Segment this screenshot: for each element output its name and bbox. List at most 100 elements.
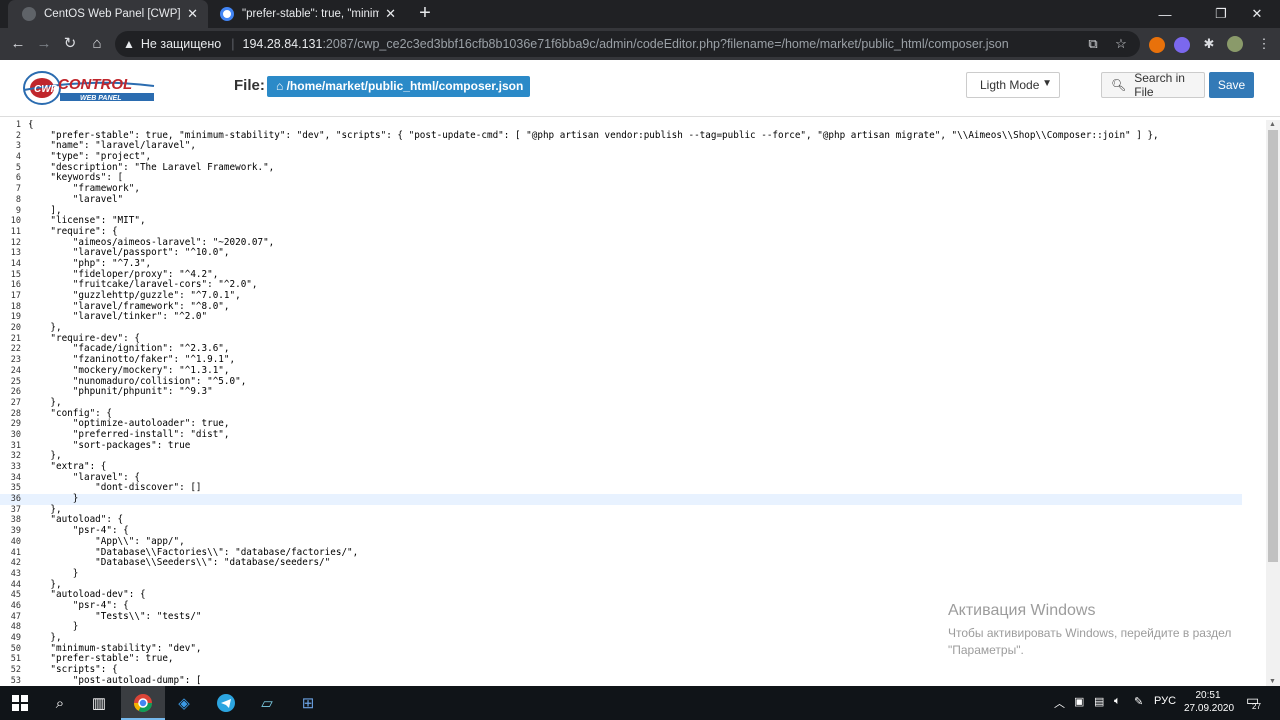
code-line[interactable]: 26 "phpunit/phpunit": "^9.3" [0, 386, 1266, 398]
line-number: 6 [15, 173, 21, 184]
extensions-puzzle-icon[interactable]: ✱ [1201, 36, 1217, 52]
code-line[interactable]: 19 "laravel/tinker": "^2.0" [0, 312, 1266, 323]
search-button-label: Search in File [1134, 71, 1185, 99]
translate-icon[interactable]: ⧉ [1085, 36, 1101, 52]
reload-button[interactable]: ↻ [58, 32, 82, 56]
bookmark-star-icon[interactable]: ☆ [1113, 36, 1129, 52]
line-number: 44 [10, 579, 21, 590]
address-bar[interactable]: ▲ Не защищено | 194.28.84.131 :2087/cwp_… [115, 31, 1140, 57]
svg-text:CWP: CWP [34, 84, 58, 95]
volume-icon[interactable]: 🔈︎ [1114, 695, 1121, 708]
code-text: "mockery/mockery": "^1.3.1", [28, 364, 230, 376]
warning-icon[interactable]: ▲ [123, 37, 135, 51]
minimize-button[interactable]: — [1142, 0, 1188, 28]
windows-activation-watermark: Активация Windows Чтобы активировать Win… [948, 602, 1231, 659]
code-line[interactable]: 44 }, [0, 579, 1266, 591]
line-number: 46 [10, 600, 21, 611]
code-line[interactable]: 36 } [0, 493, 1242, 505]
forward-button[interactable]: → [32, 32, 56, 56]
watermark-title: Активация Windows [948, 602, 1096, 619]
search-icon: 🔍︎ [1111, 78, 1127, 92]
code-line[interactable]: 11 "require": { [0, 225, 1266, 238]
scroll-down-icon[interactable]: ▼ [1269, 678, 1276, 685]
line-number: 26 [10, 387, 21, 398]
home-button[interactable]: ⌂ [85, 32, 109, 56]
code-line[interactable]: 6 "keywords": [ [0, 173, 1266, 184]
windows-start-icon[interactable] [8, 691, 32, 715]
code-line[interactable]: 3 "name": "laravel/laravel", [0, 141, 1266, 152]
code-line[interactable]: 53 "post-autoload-dump": [ [0, 674, 1266, 686]
code-text: "require": { [28, 225, 118, 237]
line-number: 28 [10, 408, 21, 419]
network-app-icon[interactable]: ⊞ [296, 691, 320, 715]
notepad-icon[interactable]: ▱ [255, 691, 279, 715]
code-line[interactable]: 20 }, [0, 322, 1266, 334]
code-line[interactable]: 5 "description": "The Laravel Framework.… [0, 162, 1266, 174]
profile-avatar[interactable] [1227, 36, 1243, 52]
new-tab-button[interactable]: + [414, 3, 436, 25]
search-in-file-button[interactable]: 🔍︎ Search in File [1101, 71, 1205, 99]
tray-app-icon[interactable]: ▣ [1074, 695, 1084, 708]
code-line[interactable]: 35 "dont-discover": [] [0, 483, 1266, 494]
line-number: 37 [10, 504, 21, 515]
windows-taskbar: ⌕ ▥ ◈ ▱ ⊞ ︿ ▣ ▤ 🔈︎ ✎ РУС 20:51 27.09.202… [0, 686, 1280, 720]
tray-chevron-up-icon[interactable]: ︿ [1054, 695, 1065, 711]
line-number: 31 [10, 440, 21, 451]
code-line[interactable]: 37 }, [0, 504, 1266, 516]
close-icon[interactable]: ✕ [187, 6, 198, 22]
code-line[interactable]: 31 "sort-packages": true [0, 440, 1266, 452]
browser-toolbar: ← → ↻ ⌂ ▲ Не защищено | 194.28.84.131 :2… [0, 28, 1280, 60]
code-line[interactable]: 38 "autoload": { [0, 515, 1266, 526]
code-line[interactable]: 42 "Database\\Seeders\\": "database/seed… [0, 557, 1266, 569]
code-line[interactable]: 7 "framework", [0, 183, 1266, 195]
code-line[interactable]: 8 "laravel" [0, 194, 1266, 206]
line-number: 16 [10, 280, 21, 291]
chrome-icon[interactable] [131, 691, 155, 715]
code-line[interactable]: 9 ], [0, 205, 1266, 217]
code-line[interactable]: 32 }, [0, 451, 1266, 462]
telegram-icon[interactable] [214, 691, 238, 715]
line-number: 35 [10, 483, 21, 494]
code-line[interactable]: 27 }, [0, 396, 1266, 409]
task-view-icon[interactable]: ▥ [87, 691, 111, 715]
line-number: 48 [10, 622, 21, 633]
line-number: 14 [10, 258, 21, 269]
network-icon[interactable]: ▤ [1094, 695, 1104, 708]
tab-cwp-editor[interactable]: CentOS Web Panel [CWP] - Edito ✕ [8, 0, 208, 28]
close-window-button[interactable]: ✕ [1234, 0, 1280, 28]
code-line[interactable]: 43 } [0, 567, 1266, 580]
chevron-down-icon: ▼ [1042, 78, 1052, 89]
extension-icon[interactable] [1149, 37, 1165, 53]
mode-select[interactable]: Ligth Mode ▼ [966, 72, 1060, 98]
language-indicator[interactable]: РУС [1154, 695, 1176, 707]
code-text: }, [28, 396, 62, 408]
line-number: 24 [10, 365, 21, 376]
code-line[interactable]: 13 "laravel/passport": "^10.0", [0, 248, 1266, 259]
extension-check-icon[interactable] [1174, 37, 1190, 53]
close-icon[interactable]: ✕ [385, 6, 396, 22]
scrollbar-thumb[interactable] [1268, 130, 1278, 562]
watermark-line2: "Параметры". [948, 643, 1024, 657]
line-number: 42 [10, 558, 21, 569]
code-line[interactable]: 24 "mockery/mockery": "^1.3.1", [0, 364, 1266, 377]
code-line[interactable]: 45 "autoload-dev": { [0, 590, 1266, 601]
vscode-icon[interactable]: ◈ [172, 691, 196, 715]
editor-scrollbar[interactable]: ▲ ▼ [1266, 120, 1280, 686]
taskbar-clock[interactable]: 20:51 27.09.2020 [1184, 689, 1234, 715]
line-number: 25 [10, 376, 21, 387]
code-text: "post-autoload-dump": [ [28, 674, 202, 686]
code-line[interactable]: 33 "extra": { [0, 461, 1266, 473]
code-line[interactable]: 39 "psr-4": { [0, 525, 1266, 537]
scroll-up-icon[interactable]: ▲ [1269, 121, 1276, 128]
search-icon[interactable]: ⌕ [48, 691, 72, 715]
line-number: 18 [10, 301, 21, 312]
code-text: "App\\": "app/", [28, 535, 185, 547]
code-text: } [28, 567, 79, 579]
pen-icon[interactable]: ✎ [1134, 695, 1143, 708]
code-line[interactable]: 40 "App\\": "app/", [0, 535, 1266, 548]
save-button[interactable]: Save [1209, 72, 1254, 98]
code-line[interactable]: 10 "license": "MIT", [0, 215, 1266, 227]
tab-google-search[interactable]: "prefer-stable": true, "minimum-s ✕ [206, 0, 406, 28]
back-button[interactable]: ← [6, 32, 30, 56]
menu-kebab-icon[interactable]: ⋮ [1256, 36, 1272, 52]
